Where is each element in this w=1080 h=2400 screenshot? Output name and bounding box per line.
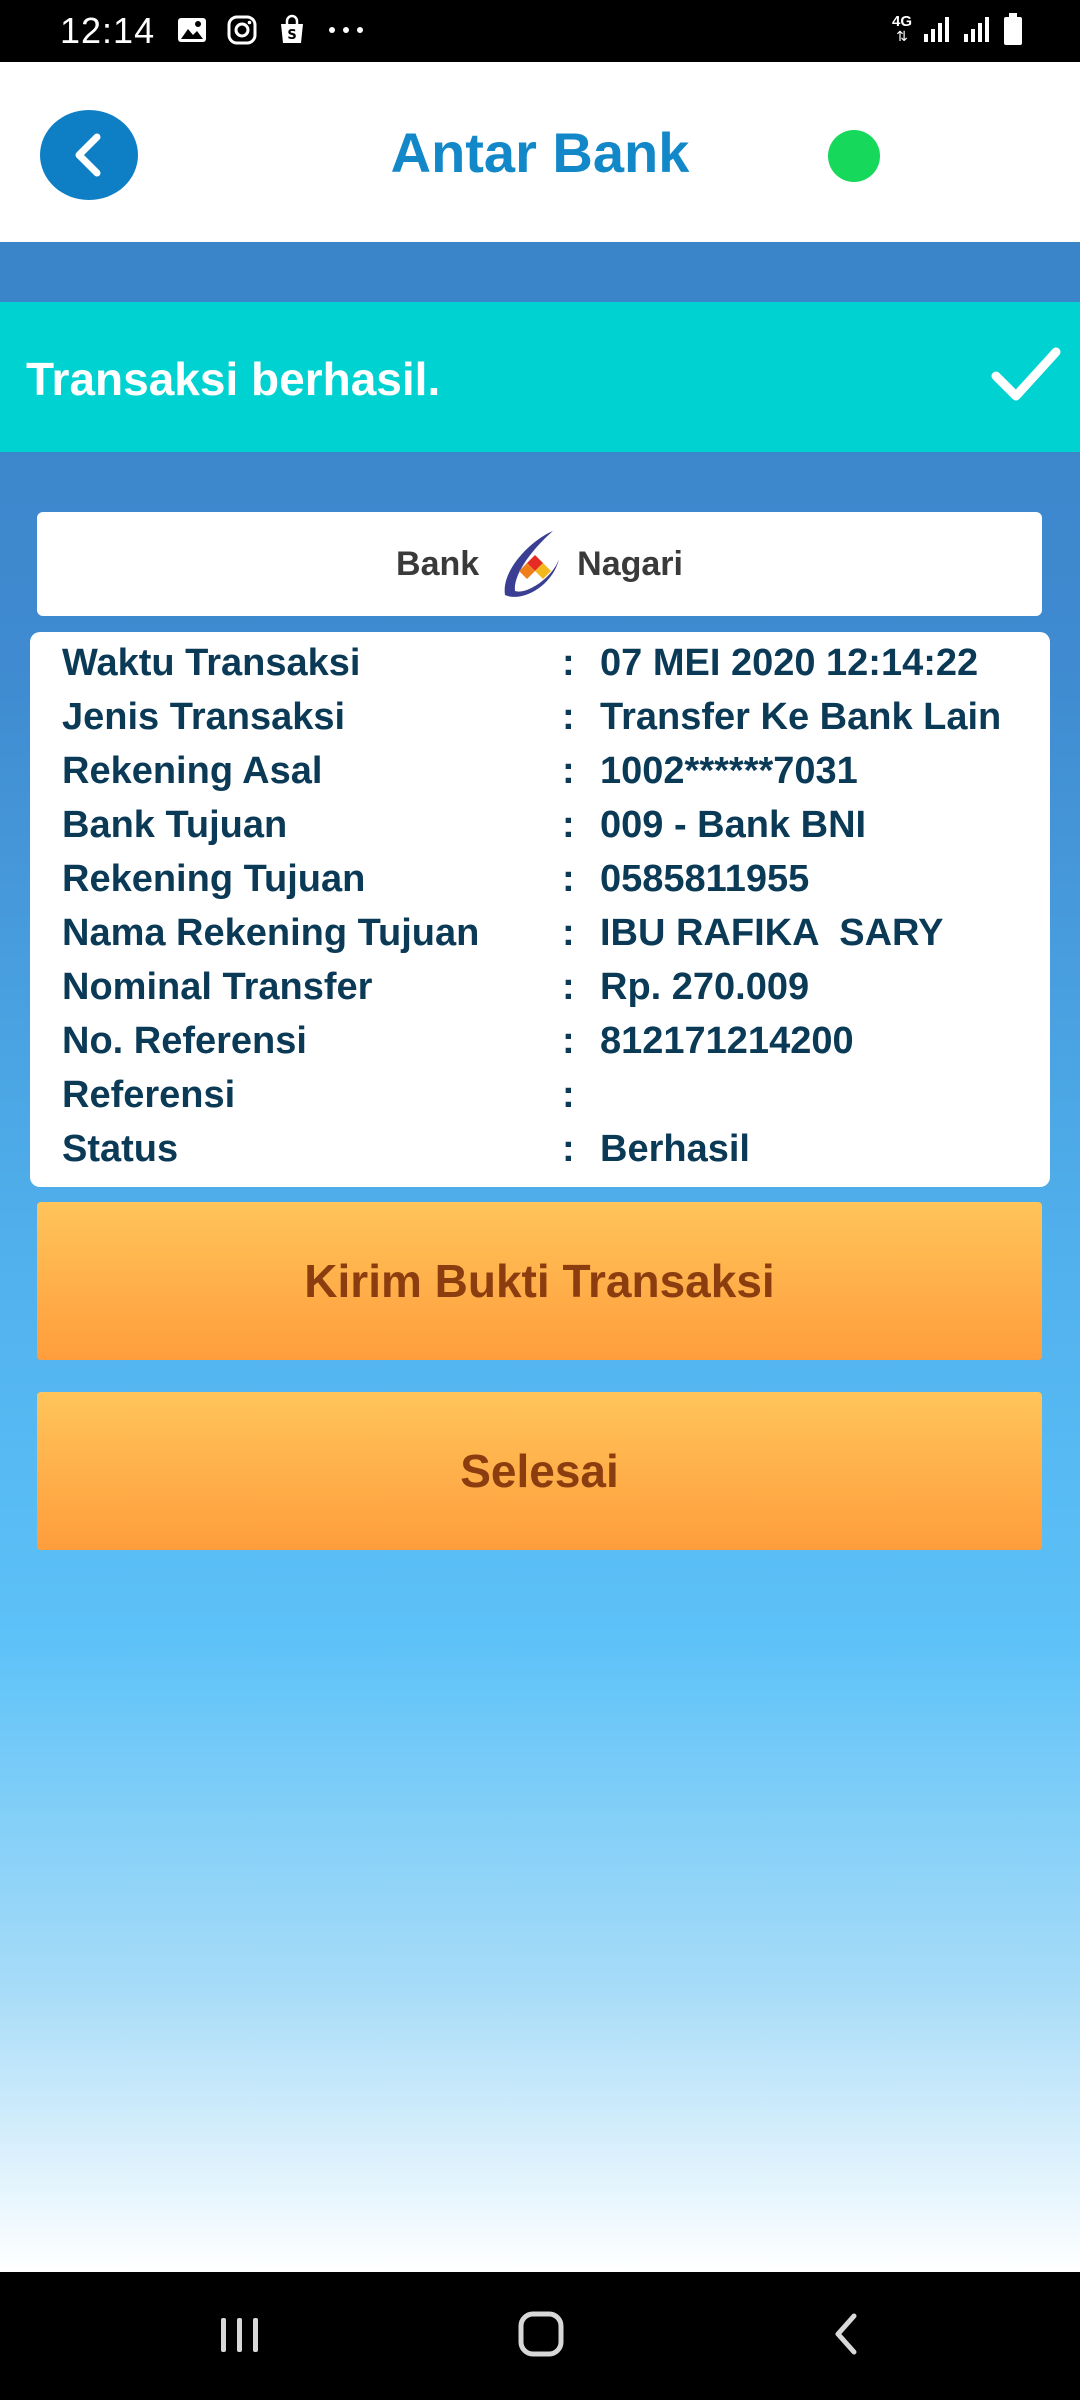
signal-icon xyxy=(964,17,989,42)
detail-label: Waktu Transaksi xyxy=(62,642,361,684)
detail-row: Rekening Tujuan : 0585811955 xyxy=(62,858,1032,912)
logo-text-right: Nagari xyxy=(577,544,683,583)
detail-label: No. Referensi xyxy=(62,1020,307,1062)
detail-row: Status : Berhasil xyxy=(62,1128,1032,1182)
system-nav-bar xyxy=(0,2272,1080,2400)
check-icon xyxy=(991,347,1061,401)
status-time: 12:14 xyxy=(60,10,156,51)
bank-logo: Bank Nagari xyxy=(37,512,1042,616)
detail-row: Bank Tujuan : 009 - Bank BNI xyxy=(62,804,1032,858)
detail-colon: : xyxy=(562,804,575,846)
detail-value: IBU RAFIKA SARY xyxy=(600,912,944,954)
detail-row: Referensi : xyxy=(62,1074,1032,1128)
detail-value: 812171214200 xyxy=(600,1020,854,1062)
main-content: Transaksi berhasil. Bank Nagari Waktu Tr… xyxy=(0,242,1080,2272)
detail-colon: : xyxy=(562,858,575,900)
detail-value: Berhasil xyxy=(600,1128,750,1170)
success-message: Transaksi berhasil. xyxy=(26,353,441,405)
status-dot xyxy=(828,130,880,182)
detail-row: Waktu Transaksi : 07 MEI 2020 12:14:22 xyxy=(62,642,1032,696)
detail-colon: : xyxy=(562,642,575,684)
detail-colon: : xyxy=(562,696,575,738)
network-label: 4G xyxy=(891,13,912,30)
detail-value: Rp. 270.009 xyxy=(600,966,810,1008)
detail-label: Referensi xyxy=(62,1074,236,1116)
detail-colon: : xyxy=(562,750,575,792)
detail-row: Jenis Transaksi : Transfer Ke Bank Lain xyxy=(62,696,1032,750)
detail-label: Rekening Asal xyxy=(62,750,323,792)
detail-colon: : xyxy=(562,966,575,1008)
detail-row: No. Referensi : 812171214200 xyxy=(62,1020,1032,1074)
detail-label: Jenis Transaksi xyxy=(62,696,346,738)
detail-colon: : xyxy=(562,912,575,954)
detail-colon: : xyxy=(562,1020,575,1062)
detail-row: Nominal Transfer : Rp. 270.009 xyxy=(62,966,1032,1020)
bank-nagari-logo-icon xyxy=(504,531,560,597)
detail-row: Rekening Asal : 1002******7031 xyxy=(62,750,1032,804)
back-icon[interactable] xyxy=(826,2304,866,2364)
detail-value: 009 - Bank BNI xyxy=(600,804,867,846)
status-bar: 12:14 S 4G ⇅ xyxy=(0,0,1080,62)
instagram-icon xyxy=(227,15,257,45)
page-title: Antar Bank xyxy=(390,121,690,184)
detail-colon: : xyxy=(562,1074,575,1116)
more-dots-icon xyxy=(329,27,363,33)
detail-label: Rekening Tujuan xyxy=(62,858,366,900)
detail-label: Nama Rekening Tujuan xyxy=(62,912,480,954)
detail-label: Status xyxy=(62,1128,179,1170)
detail-value: 07 MEI 2020 12:14:22 xyxy=(600,642,979,684)
detail-colon: : xyxy=(562,1128,575,1170)
status-notification-icons: S xyxy=(176,14,366,46)
send-receipt-button[interactable]: Kirim Bukti Transaksi xyxy=(37,1202,1042,1360)
detail-label: Nominal Transfer xyxy=(62,966,373,1008)
logo-text-left: Bank xyxy=(396,544,480,583)
battery-icon xyxy=(1004,13,1022,45)
detail-value: 1002******7031 xyxy=(600,750,858,792)
detail-label: Bank Tujuan xyxy=(62,804,288,846)
network-type: 4G ⇅ xyxy=(891,13,912,44)
image-icon xyxy=(178,18,206,42)
success-banner: Transaksi berhasil. xyxy=(0,302,1080,452)
detail-value: Transfer Ke Bank Lain xyxy=(600,696,1002,738)
recent-apps-icon[interactable] xyxy=(218,2304,262,2364)
app-header: Antar Bank xyxy=(0,62,1080,242)
status-system-icons: 4G ⇅ xyxy=(892,12,1024,46)
detail-row: Nama Rekening Tujuan : IBU RAFIKA SARY xyxy=(62,912,1032,966)
shop-icon: S xyxy=(281,14,303,43)
transaction-details: Waktu Transaksi : 07 MEI 2020 12:14:22 J… xyxy=(30,632,1050,1187)
detail-value: 0585811955 xyxy=(600,858,810,900)
home-icon[interactable] xyxy=(516,2304,568,2364)
data-arrows-icon: ⇅ xyxy=(896,28,908,44)
signal-icon xyxy=(924,17,949,42)
done-button[interactable]: Selesai xyxy=(37,1392,1042,1550)
svg-text:S: S xyxy=(287,28,296,43)
